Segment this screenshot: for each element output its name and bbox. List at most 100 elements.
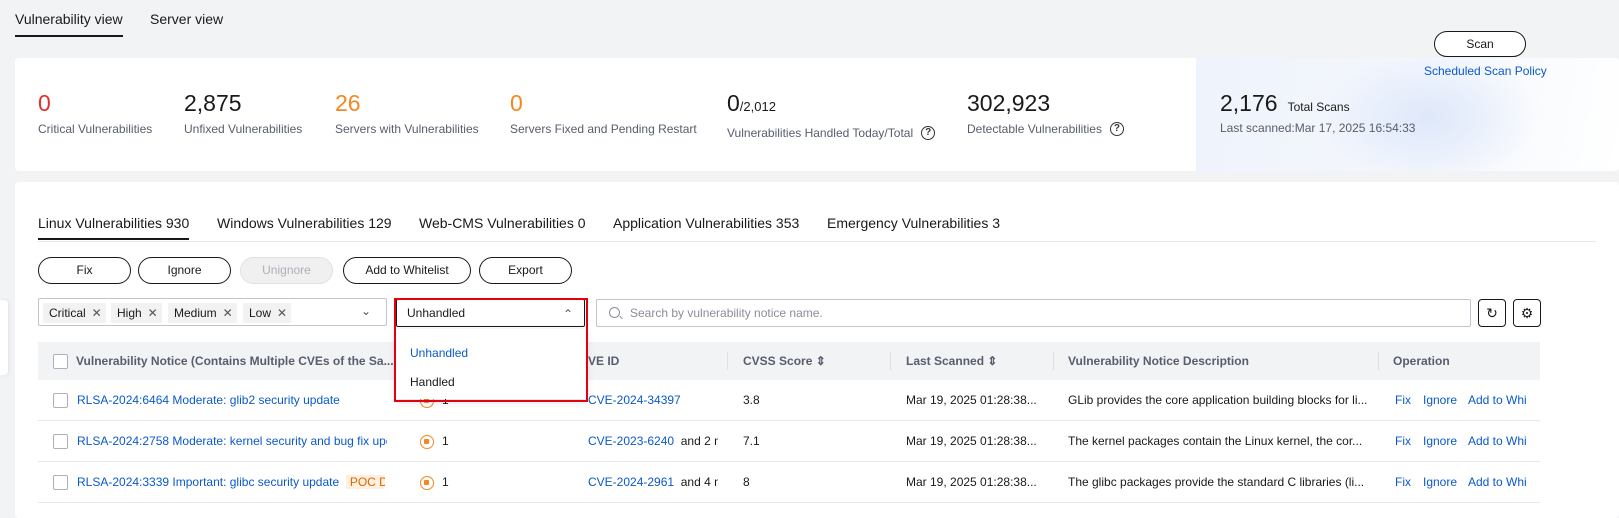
- chevron-down-icon[interactable]: ⌄: [361, 304, 371, 318]
- description: GLib provides the core application build…: [1068, 393, 1368, 407]
- tab-web-cms[interactable]: Web-CMS Vulnerabilities 0: [419, 215, 586, 231]
- table-row: RLSA-2024:2758 Moderate: kernel security…: [38, 421, 1540, 462]
- close-icon[interactable]: ✕: [277, 303, 287, 323]
- last-scanned-time: Mar 19, 2025 01:28:38...: [906, 434, 1037, 448]
- table-row: RLSA-2024:3339 Important: glibc security…: [38, 462, 1540, 503]
- vulnerability-type-tabs: Linux Vulnerabilities 930 Windows Vulner…: [38, 215, 1596, 242]
- select-all-checkbox[interactable]: [53, 354, 68, 369]
- search-icon: [609, 307, 620, 318]
- stat-handled-total: /2,012: [739, 99, 776, 114]
- stat-handled-value: 0: [727, 90, 740, 116]
- scheduled-scan-policy-link[interactable]: Scheduled Scan Policy: [1424, 64, 1547, 78]
- cvss-score: 8: [743, 475, 750, 489]
- row-ignore-link[interactable]: Ignore: [1423, 393, 1457, 407]
- row-fix-link[interactable]: Fix: [1395, 475, 1411, 489]
- chip-medium[interactable]: Medium ✕: [168, 303, 237, 323]
- cve-link[interactable]: CVE-2023-6240: [588, 434, 674, 448]
- row-fix-link[interactable]: Fix: [1395, 393, 1411, 407]
- stat-handled-today: 0/2,012 Vulnerabilities Handled Today/To…: [727, 90, 936, 140]
- row-ignore-link[interactable]: Ignore: [1423, 434, 1457, 448]
- chip-low[interactable]: Low ✕: [243, 303, 292, 323]
- last-scanned-time: Mar 19, 2025 01:28:38...: [906, 393, 1037, 407]
- tab-emergency[interactable]: Emergency Vulnerabilities 3: [827, 215, 1000, 231]
- severity-filter[interactable]: Critical ✕ High ✕ Medium ✕ Low ✕ ⌄: [38, 298, 387, 326]
- settings-button[interactable]: ⚙: [1513, 299, 1541, 327]
- column-divider: [1053, 352, 1054, 370]
- stat-unfixed: 2,875 Unfixed Vulnerabilities: [184, 90, 302, 136]
- chip-critical[interactable]: Critical ✕: [43, 303, 106, 323]
- bug-icon: [420, 475, 434, 490]
- col-cve-id[interactable]: VE ID: [588, 354, 619, 368]
- sort-icon[interactable]: ⇕: [987, 354, 997, 368]
- col-last-scanned[interactable]: Last Scanned ⇕: [906, 354, 997, 368]
- table-row: RLSA-2024:6464 Moderate: glib2 security …: [38, 380, 1540, 421]
- row-ignore-link[interactable]: Ignore: [1423, 475, 1457, 489]
- stats-panel: 0 Critical Vulnerabilities 2,875 Unfixed…: [15, 58, 1619, 171]
- stat-pending-restart-label: Servers Fixed and Pending Restart: [510, 122, 697, 136]
- option-handled[interactable]: Handled: [410, 375, 455, 389]
- more-cves: and 4 m: [680, 475, 718, 489]
- status-dropdown: Unhandled Handled: [396, 329, 586, 399]
- stat-servers-label: Servers with Vulnerabilities: [335, 122, 479, 136]
- description: The kernel packages contain the Linux ke…: [1068, 434, 1363, 448]
- stat-critical-label: Critical Vulnerabilities: [38, 122, 153, 136]
- row-fix-link[interactable]: Fix: [1395, 434, 1411, 448]
- poc-badge: POC Dis: [345, 475, 385, 489]
- chip-high[interactable]: High ✕: [111, 303, 162, 323]
- help-icon[interactable]: ?: [1109, 122, 1124, 136]
- stat-unfixed-label: Unfixed Vulnerabilities: [184, 122, 303, 136]
- last-scanned: Last scanned:Mar 17, 2025 16:54:33: [1220, 121, 1416, 135]
- row-whitelist-link[interactable]: Add to Whi: [1468, 434, 1526, 448]
- row-checkbox[interactable]: [53, 475, 68, 490]
- tab-windows[interactable]: Windows Vulnerabilities 129: [217, 215, 392, 231]
- total-scans-value: 2,176: [1220, 90, 1278, 116]
- row-whitelist-link[interactable]: Add to Whi: [1468, 393, 1526, 407]
- scan-button[interactable]: Scan: [1434, 31, 1526, 57]
- row-checkbox[interactable]: [53, 434, 68, 449]
- last-scanned-time: Mar 19, 2025 01:28:38...: [906, 475, 1037, 489]
- add-to-whitelist-button[interactable]: Add to Whitelist: [343, 257, 471, 284]
- cve-cell: CVE-2023-6240 and 2 m: [588, 434, 718, 448]
- column-divider: [1378, 352, 1379, 370]
- tab-linux[interactable]: Linux Vulnerabilities 930: [38, 215, 190, 240]
- help-icon[interactable]: ?: [921, 126, 936, 140]
- fix-button[interactable]: Fix: [38, 257, 131, 284]
- table-header: Vulnerability Notice (Contains Multiple …: [38, 342, 1540, 380]
- cve-link[interactable]: CVE-2024-2961: [588, 475, 674, 489]
- side-panel-handle[interactable]: [0, 300, 8, 375]
- tab-application[interactable]: Application Vulnerabilities 353: [613, 215, 799, 231]
- close-icon[interactable]: ✕: [92, 303, 102, 323]
- scan-panel: 2,176 Total Scans Last scanned:Mar 17, 20…: [1196, 58, 1619, 171]
- description: The glibc packages provide the standard …: [1068, 475, 1365, 489]
- notice-link[interactable]: RLSA-2024:6464 Moderate: glib2 security …: [77, 393, 387, 407]
- notice-link[interactable]: RLSA-2024:2758 Moderate: kernel security…: [77, 434, 387, 448]
- row-checkbox[interactable]: [53, 393, 68, 408]
- status-select[interactable]: Unhandled ⌃: [396, 299, 585, 327]
- export-button[interactable]: Export: [479, 257, 572, 284]
- stat-pending-restart: 0 Servers Fixed and Pending Restart: [510, 90, 697, 136]
- cve-link[interactable]: CVE-2024-34397: [588, 393, 681, 407]
- option-unhandled[interactable]: Unhandled: [410, 346, 468, 360]
- ignore-button[interactable]: Ignore: [138, 257, 231, 284]
- tab-server-view[interactable]: Server view: [150, 11, 223, 27]
- col-cvss-score[interactable]: CVSS Score ⇕: [743, 354, 826, 368]
- refresh-button[interactable]: ↻: [1478, 299, 1506, 327]
- search-input[interactable]: Search by vulnerability notice name.: [596, 299, 1471, 327]
- gear-icon: ⚙: [1520, 305, 1534, 321]
- tab-vulnerability-view[interactable]: Vulnerability view: [15, 11, 123, 37]
- col-notice[interactable]: Vulnerability Notice (Contains Multiple …: [76, 354, 394, 368]
- unignore-button[interactable]: Unignore: [240, 257, 333, 284]
- col-operation: Operation: [1393, 354, 1450, 368]
- close-icon[interactable]: ✕: [148, 303, 158, 323]
- close-icon[interactable]: ✕: [223, 303, 233, 323]
- chevron-up-icon[interactable]: ⌃: [563, 301, 573, 327]
- stat-detectable-value: 302,923: [967, 90, 1051, 116]
- cve-cell: CVE-2024-2961 and 4 m: [588, 475, 718, 489]
- notice-link[interactable]: RLSA-2024:3339 Important: glibc security…: [77, 475, 339, 489]
- row-whitelist-link[interactable]: Add to Whi: [1468, 475, 1526, 489]
- vulnerability-list-panel: Linux Vulnerabilities 930 Windows Vulner…: [15, 182, 1619, 518]
- stat-detectable-label: Detectable Vulnerabilities: [967, 122, 1102, 136]
- total-scans-label: Total Scans: [1287, 100, 1350, 114]
- col-description: Vulnerability Notice Description: [1068, 354, 1249, 368]
- sort-icon[interactable]: ⇕: [816, 354, 826, 368]
